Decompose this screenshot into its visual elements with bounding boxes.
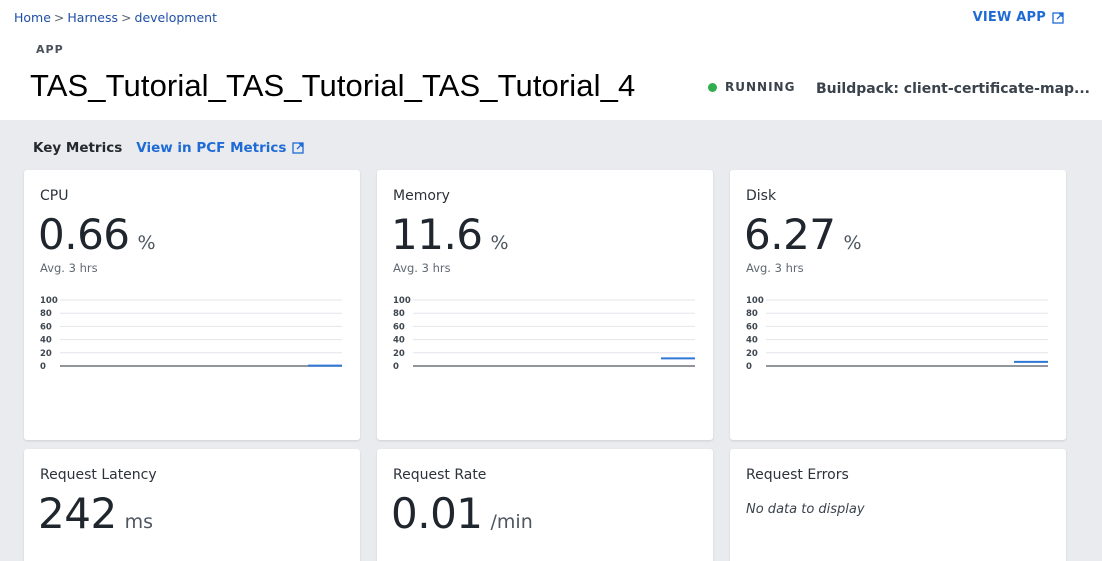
metric-value: 11.6 %: [391, 210, 509, 259]
metric-value: 0.01 /min: [391, 489, 533, 538]
card-title: Memory: [393, 188, 450, 204]
y-tick-label: 0: [40, 362, 46, 372]
memory-card: Memory 11.6 % Avg. 3 hrs 0 20 40 60 80 100: [377, 170, 713, 440]
request-latency-card: Request Latency 242 ms: [24, 449, 360, 561]
card-title: CPU: [40, 188, 69, 204]
metric-subtitle: Avg. 3 hrs: [393, 261, 451, 275]
metric-number: 0.01: [391, 489, 483, 538]
y-tick-label: 80: [40, 309, 52, 319]
metric-unit: /min: [490, 511, 533, 533]
y-tick-label: 0: [393, 362, 399, 372]
metric-value: 242 ms: [38, 489, 153, 538]
metric-number: 11.6: [391, 210, 483, 259]
cpu-chart: 0 20 40 60 80 100: [40, 296, 342, 372]
metric-number: 6.27: [744, 210, 836, 259]
disk-card: Disk 6.27 % Avg. 3 hrs 0 20 40 60 80 100: [730, 170, 1066, 440]
metric-value: 0.66 %: [38, 210, 156, 259]
status-text: RUNNING: [725, 80, 796, 94]
memory-chart: 0 20 40 60 80 100: [393, 296, 695, 372]
metric-number: 0.66: [38, 210, 130, 259]
y-tick-label: 20: [746, 349, 758, 359]
y-tick-label: 60: [746, 322, 758, 332]
app-title: TAS_Tutorial_TAS_Tutorial_TAS_Tutorial_4: [30, 68, 636, 103]
view-pcf-metrics-link[interactable]: View in PCF Metrics: [136, 140, 305, 156]
y-tick-label: 40: [393, 336, 405, 346]
status-indicator: RUNNING: [708, 80, 795, 94]
breadcrumb: Home > Harness > development: [14, 10, 217, 25]
y-tick-label: 100: [746, 296, 764, 306]
card-title: Request Latency: [40, 467, 157, 483]
key-metrics-title: Key Metrics: [33, 140, 123, 156]
metric-unit: %: [137, 232, 156, 254]
disk-chart: 0 20 40 60 80 100: [746, 296, 1048, 372]
metric-unit: %: [843, 232, 862, 254]
metrics-panel: Key Metrics View in PCF Metrics CPU 0.66…: [0, 120, 1102, 561]
breadcrumb-home[interactable]: Home: [14, 10, 51, 25]
external-link-icon: [292, 142, 305, 154]
breadcrumb-separator: >: [53, 10, 65, 25]
card-title: Disk: [746, 188, 777, 204]
y-tick-label: 60: [40, 322, 52, 332]
breadcrumb-development[interactable]: development: [135, 10, 217, 25]
y-tick-label: 100: [40, 296, 58, 306]
buildpack-label: Buildpack: client-certificate-map...: [816, 81, 1090, 97]
metric-unit: ms: [124, 511, 154, 533]
status-dot-icon: [708, 82, 717, 92]
no-data-message: No data to display: [746, 502, 865, 517]
card-title: Request Rate: [393, 467, 487, 483]
metric-value: 6.27 %: [744, 210, 862, 259]
y-tick-label: 80: [746, 309, 758, 319]
card-title: Request Errors: [746, 467, 849, 483]
metric-number: 242: [38, 489, 117, 538]
breadcrumb-harness[interactable]: Harness: [67, 10, 118, 25]
app-header: Home > Harness > development VIEW APP APP TA…: [0, 0, 1102, 120]
y-tick-label: 40: [40, 336, 52, 346]
y-tick-label: 100: [393, 296, 411, 306]
breadcrumb-separator: >: [121, 10, 132, 25]
view-app-label: VIEW APP: [972, 10, 1046, 25]
view-app-button[interactable]: VIEW APP: [973, 10, 1064, 25]
external-link-icon: [1052, 11, 1064, 24]
y-tick-label: 60: [393, 322, 405, 332]
y-tick-label: 80: [393, 309, 405, 319]
cpu-card: CPU 0.66 % Avg. 3 hrs 0 20 40 60 80 100: [24, 170, 360, 440]
y-tick-label: 0: [746, 362, 752, 372]
y-tick-label: 20: [393, 349, 405, 359]
app-section-label: APP: [36, 43, 64, 56]
key-metrics-header: Key Metrics View in PCF Metrics: [33, 140, 305, 156]
request-rate-card: Request Rate 0.01 /min: [377, 449, 713, 561]
y-tick-label: 40: [746, 336, 758, 346]
y-tick-label: 20: [40, 349, 52, 359]
pcf-link-label: View in PCF Metrics: [136, 140, 287, 156]
metric-unit: %: [490, 232, 509, 254]
metric-subtitle: Avg. 3 hrs: [746, 261, 804, 275]
metric-subtitle: Avg. 3 hrs: [40, 261, 98, 275]
request-errors-card: Request Errors No data to display: [730, 449, 1066, 561]
